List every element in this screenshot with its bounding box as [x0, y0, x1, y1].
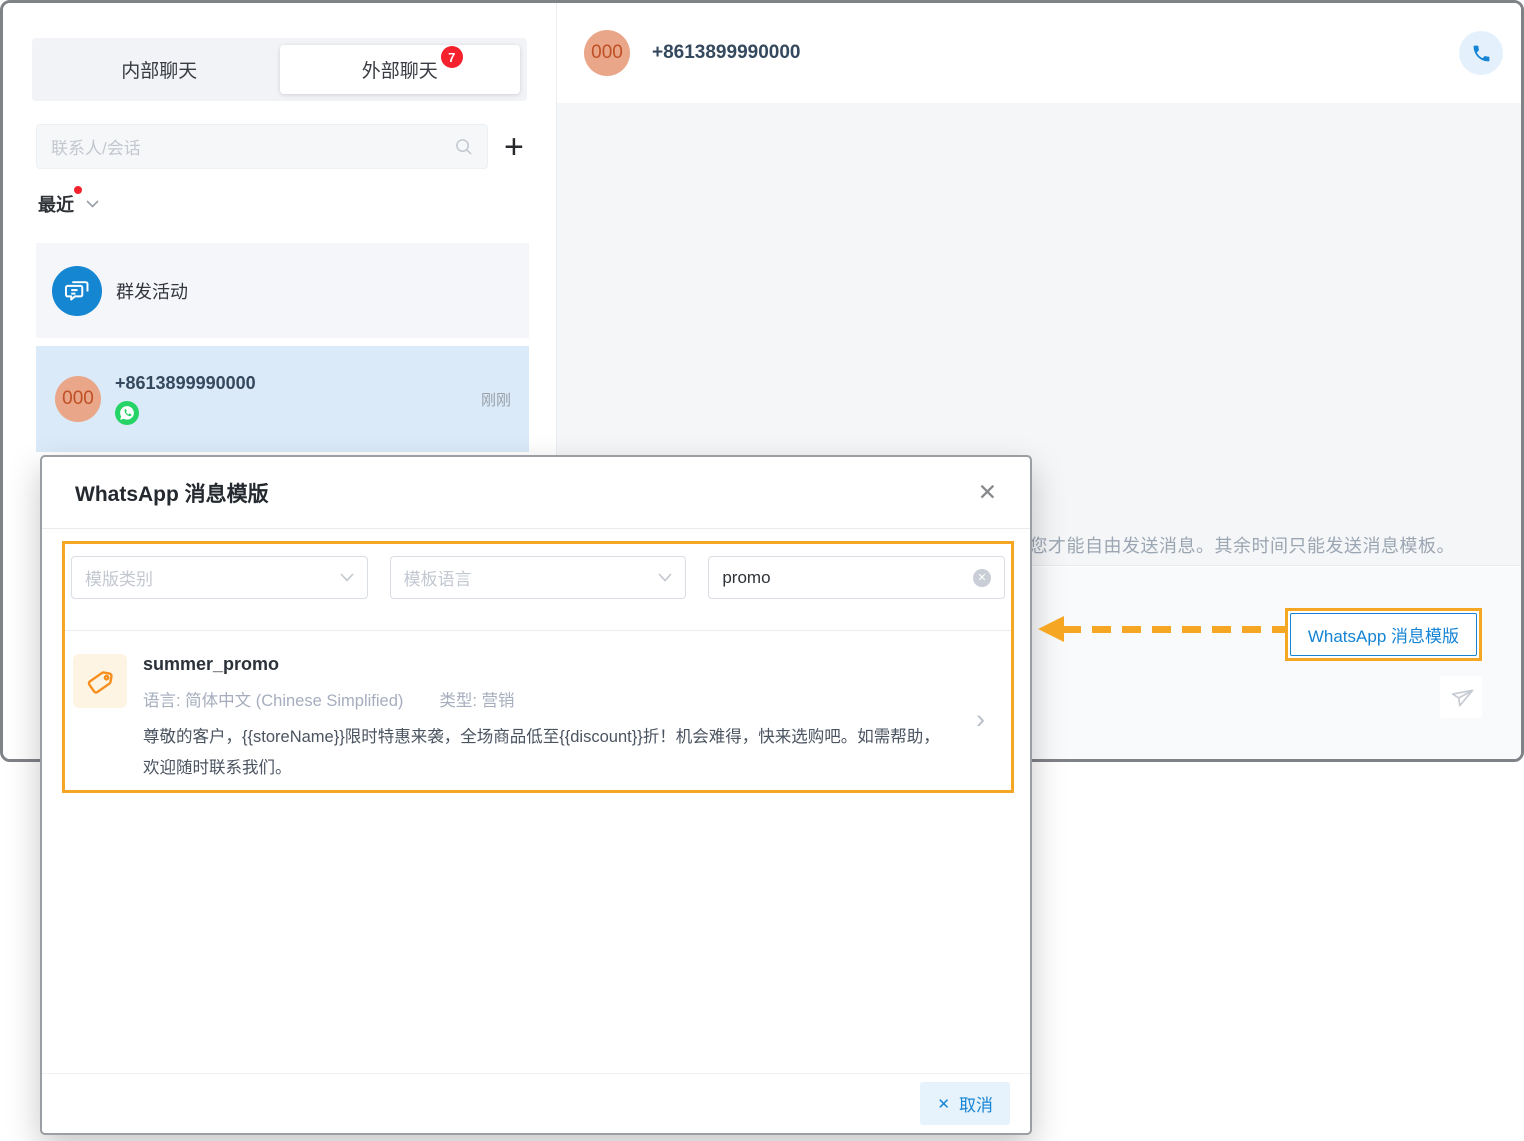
template-filters: 模版类别 模板语言 promo ✕ — [65, 544, 1011, 599]
send-plane-icon — [1446, 682, 1476, 712]
template-list-item[interactable]: summer_promo 语言: 简体中文 (Chinese Simplifie… — [65, 631, 1011, 783]
template-language-select[interactable]: 模板语言 — [390, 556, 687, 599]
close-icon[interactable]: ✕ — [978, 481, 997, 504]
recent-filter[interactable]: 最近 — [38, 191, 99, 217]
chevron-down-icon — [658, 573, 672, 582]
screen: 内部聊天 外部聊天 7 联系人/会话 + — [0, 0, 1524, 1141]
unread-count-badge: 7 — [441, 46, 463, 68]
phone-icon — [1471, 43, 1492, 64]
cancel-x-icon: ✕ — [937, 1095, 950, 1113]
template-type: 类型: 营销 — [439, 687, 514, 711]
contact-avatar: 000 — [55, 376, 101, 422]
language-placeholder: 模板语言 — [404, 565, 472, 590]
tab-external-chat[interactable]: 外部聊天 7 — [280, 45, 521, 94]
recent-label: 最近 — [38, 191, 74, 217]
search-value: promo — [722, 568, 770, 588]
chat-tabs: 内部聊天 外部聊天 7 — [32, 38, 527, 101]
whatsapp-template-modal: WhatsApp 消息模版 ✕ 模版类别 模板语言 promo — [40, 455, 1032, 1135]
tab-internal-chat[interactable]: 内部聊天 — [39, 45, 280, 94]
search-placeholder: 联系人/会话 — [51, 134, 141, 159]
red-dot-indicator — [74, 186, 82, 194]
search-row: 联系人/会话 + — [36, 124, 530, 169]
chat-item-timestamp: 刚刚 — [481, 389, 511, 410]
chevron-down-icon — [86, 200, 99, 208]
highlighted-filter-area: 模版类别 模板语言 promo ✕ — [62, 541, 1014, 793]
highlight-ring: WhatsApp 消息模版 — [1285, 608, 1482, 661]
search-icon — [454, 137, 473, 156]
tag-icon — [73, 654, 127, 708]
chat-item-contact[interactable]: 000 +8613899990000 刚刚 — [36, 346, 529, 452]
template-category-select[interactable]: 模版类别 — [71, 556, 368, 599]
chevron-down-icon — [340, 573, 354, 582]
chat-item-name: +8613899990000 — [115, 373, 256, 394]
modal-footer: ✕ 取消 — [42, 1073, 1030, 1133]
chat-header: 000 +8613899990000 — [557, 3, 1521, 103]
add-chat-button[interactable]: + — [504, 134, 524, 160]
template-body-text: 尊敬的客户，{{storeName}}限时特惠来袭，全场商品低至{{discou… — [143, 722, 943, 783]
modal-title: WhatsApp 消息模版 — [75, 478, 269, 508]
contact-avatar: 000 — [584, 30, 630, 76]
template-name: summer_promo — [143, 654, 943, 675]
campaign-bubbles-icon — [52, 266, 102, 316]
template-meta: 语言: 简体中文 (Chinese Simplified) 类型: 营销 — [143, 687, 943, 711]
cancel-label: 取消 — [959, 1091, 993, 1116]
chat-item-name: 群发活动 — [116, 278, 188, 304]
clear-search-icon[interactable]: ✕ — [973, 569, 991, 587]
contact-phone-number: +8613899990000 — [652, 42, 800, 64]
modal-header: WhatsApp 消息模版 ✕ — [42, 457, 1030, 529]
contact-info: +8613899990000 — [115, 373, 256, 425]
contact-search-input[interactable]: 联系人/会话 — [36, 124, 488, 169]
chevron-right-icon: › — [976, 704, 985, 735]
whatsapp-template-button[interactable]: WhatsApp 消息模版 — [1290, 613, 1477, 656]
tab-internal-label: 内部聊天 — [121, 56, 197, 83]
category-placeholder: 模版类别 — [85, 565, 153, 590]
cancel-button[interactable]: ✕ 取消 — [920, 1082, 1010, 1125]
chat-item-campaign[interactable]: 群发活动 — [36, 243, 529, 338]
template-search-input[interactable]: promo ✕ — [708, 556, 1005, 599]
template-language: 语言: 简体中文 (Chinese Simplified) — [143, 687, 403, 711]
whatsapp-icon — [115, 401, 139, 425]
send-button[interactable] — [1440, 676, 1482, 718]
session-window-notice: 您才能自由发送消息。其余时间只能发送消息模板。 — [1030, 532, 1456, 558]
chat-list: 群发活动 000 +8613899990000 刚刚 — [36, 243, 529, 452]
call-button[interactable] — [1459, 31, 1503, 75]
template-details: summer_promo 语言: 简体中文 (Chinese Simplifie… — [143, 654, 943, 783]
tab-external-label: 外部聊天 7 — [362, 56, 438, 83]
